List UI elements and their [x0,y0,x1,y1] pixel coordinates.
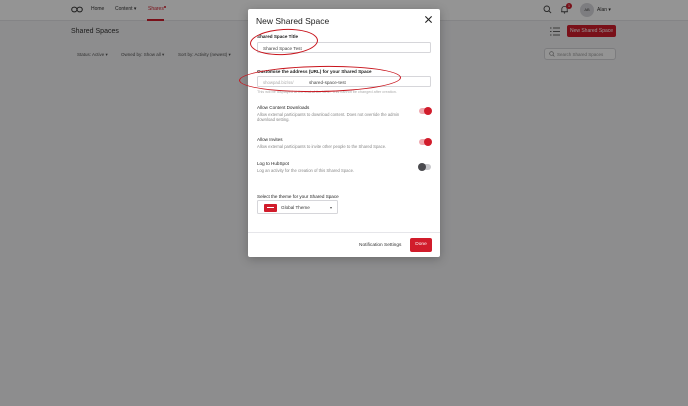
log-to-hubspot-toggle[interactable] [418,163,431,171]
theme-swatch [264,203,277,212]
theme-select[interactable]: Global Theme ▾ [257,200,338,214]
downloads-toggle-description: Allow external participants to download … [257,112,400,123]
toggle-knob [424,107,432,115]
invites-toggle-description: Allow external participants to invite ot… [257,144,387,149]
toggle-knob [418,163,426,171]
downloads-toggle-label: Allow Content Downloads [257,105,310,110]
hubspot-toggle-description: Log an activity for the creation of this… [257,168,355,173]
allow-downloads-toggle[interactable] [419,107,432,115]
invites-toggle-label: Allow Invites [257,137,283,142]
done-button[interactable]: Done [410,238,432,252]
footer-divider [248,232,440,233]
hubspot-toggle-label: Log to HubSpot [257,161,289,166]
theme-select-label: Select the theme for your Shared Space [257,194,339,199]
notification-settings-link[interactable]: Notification Settings [359,243,401,248]
close-icon[interactable] [424,15,433,24]
theme-selected-value: Global Theme [281,205,310,210]
allow-invites-toggle[interactable] [419,138,432,146]
toggle-knob [424,138,432,146]
dialog-title: New Shared Space [256,16,330,26]
chevron-down-icon: ▾ [330,205,333,210]
